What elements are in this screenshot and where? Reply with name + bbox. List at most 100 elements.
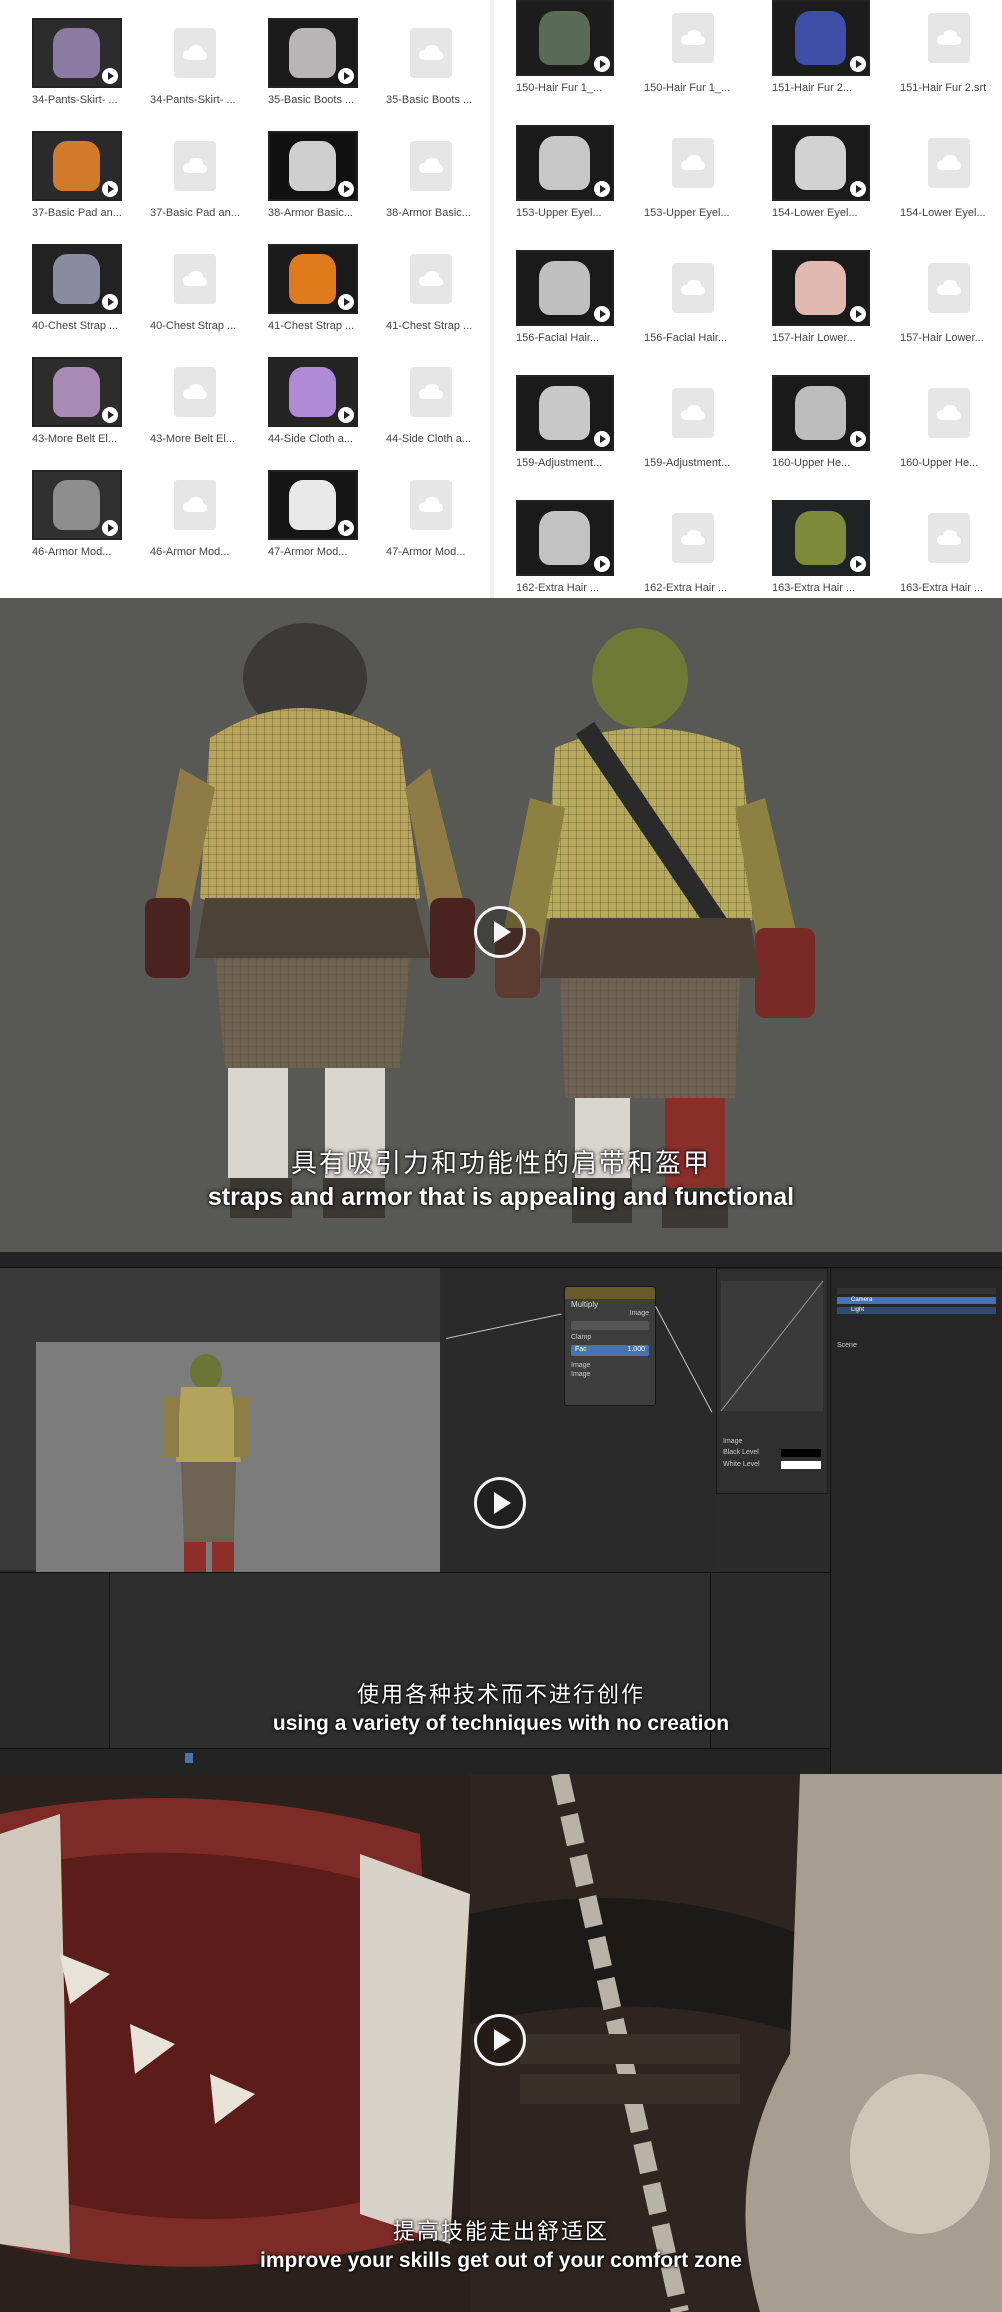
video-preview-blender-compositor[interactable]: Multiply Image Clamp Fac 1.000 Image Ima… <box>0 1252 1002 1774</box>
white-level-row[interactable]: White Level <box>717 1459 827 1471</box>
video-file-item[interactable]: 157-Hair Lower... <box>772 250 900 375</box>
cloud-file-icon[interactable] <box>386 357 476 427</box>
video-file-item[interactable]: 37-Basic Pad an... <box>32 131 150 244</box>
cloud-file-icon[interactable] <box>644 125 742 201</box>
subtitle-file-item[interactable]: 43-More Belt El... <box>150 357 268 470</box>
subtitle-file-item[interactable]: 37-Basic Pad an... <box>150 131 268 244</box>
clamp-checkbox[interactable]: Clamp <box>565 1334 655 1341</box>
video-file-item[interactable]: 41-Chest Strap ... <box>268 244 386 357</box>
video-file-item[interactable]: 40-Chest Strap ... <box>32 244 150 357</box>
video-preview-orc-turnaround[interactable]: 具有吸引力和功能性的肩带和盔甲 straps and armor that is… <box>0 598 1002 1252</box>
black-level-row[interactable]: Black Level <box>717 1447 827 1459</box>
subtitle-file-item[interactable]: 159-Adjustment... <box>644 375 772 500</box>
cloud-file-icon[interactable] <box>900 125 998 201</box>
video-thumbnail[interactable] <box>32 357 122 427</box>
video-thumbnail[interactable] <box>772 125 870 201</box>
cloud-file-icon[interactable] <box>150 357 240 427</box>
video-thumbnail[interactable] <box>268 357 358 427</box>
subtitle-file-item[interactable]: 157-Hair Lower... <box>900 250 1002 375</box>
video-file-item[interactable]: 44-Side Cloth a... <box>268 357 386 470</box>
cloud-file-icon[interactable] <box>386 18 476 88</box>
subtitle-file-item[interactable]: 47-Armor Mod... <box>386 470 504 583</box>
outliner-row[interactable] <box>837 1288 996 1294</box>
play-button[interactable] <box>474 1477 526 1529</box>
subtitle-file-item[interactable]: 44-Side Cloth a... <box>386 357 504 470</box>
video-file-item[interactable]: 151-Hair Fur 2... <box>772 0 900 125</box>
subtitle-file-item[interactable]: 34-Pants-Skirt- ... <box>150 18 268 131</box>
cloud-file-icon[interactable] <box>644 500 742 576</box>
subtitle-file-item[interactable]: 151-Hair Fur 2.srt <box>900 0 1002 125</box>
cloud-file-icon[interactable] <box>900 500 998 576</box>
video-file-item[interactable]: 154-Lower Eyel... <box>772 125 900 250</box>
white-level-swatch[interactable] <box>781 1461 821 1469</box>
subtitle-file-item[interactable]: 35-Basic Boots ... <box>386 18 504 131</box>
cloud-file-icon[interactable] <box>644 0 742 76</box>
video-file-item[interactable]: 153-Upper Eyel... <box>516 125 644 250</box>
cloud-file-icon[interactable] <box>150 131 240 201</box>
cloud-file-icon[interactable] <box>644 250 742 326</box>
video-thumbnail[interactable] <box>268 244 358 314</box>
video-file-item[interactable]: 160-Upper He... <box>772 375 900 500</box>
multiply-node[interactable]: Multiply Image Clamp Fac 1.000 Image Ima… <box>564 1286 656 1406</box>
video-thumbnail[interactable] <box>516 0 614 76</box>
cloud-file-icon[interactable] <box>900 250 998 326</box>
fac-slider[interactable]: Fac 1.000 <box>571 1345 649 1356</box>
subtitle-file-item[interactable]: 153-Upper Eyel... <box>644 125 772 250</box>
cloud-file-icon[interactable] <box>150 244 240 314</box>
file-pane-right: 150-Hair Fur 1_... 150-Hair Fur 1_... 151-… <box>500 0 1002 598</box>
play-button[interactable] <box>474 906 526 958</box>
video-file-item[interactable]: 34-Pants-Skirt- ... <box>32 18 150 131</box>
subtitle-file-item[interactable]: 160-Upper He... <box>900 375 1002 500</box>
subtitle-file-item[interactable]: 156-Facial Hair... <box>644 250 772 375</box>
video-thumbnail[interactable] <box>772 250 870 326</box>
cloud-file-icon[interactable] <box>386 131 476 201</box>
video-preview-armor-closeup[interactable]: 提高技能走出舒适区 improve your skills get out of… <box>0 1774 1002 2312</box>
video-thumbnail[interactable] <box>32 470 122 540</box>
timeline[interactable] <box>0 1748 830 1774</box>
video-file-item[interactable]: 156-Facial Hair... <box>516 250 644 375</box>
cloud-file-icon[interactable] <box>150 470 240 540</box>
cloud-file-icon[interactable] <box>386 470 476 540</box>
video-thumbnail[interactable] <box>772 500 870 576</box>
cloud-file-icon[interactable] <box>644 375 742 451</box>
video-file-item[interactable]: 47-Armor Mod... <box>268 470 386 583</box>
cloud-icon <box>681 30 705 45</box>
video-thumbnail[interactable] <box>772 0 870 76</box>
subtitle-file-item[interactable]: 38-Armor Basic... <box>386 131 504 244</box>
subtitle-file-item[interactable]: 150-Hair Fur 1_... <box>644 0 772 125</box>
outliner-light[interactable]: Light <box>837 1307 996 1314</box>
document-icon <box>174 254 216 304</box>
video-file-item[interactable]: 38-Armor Basic... <box>268 131 386 244</box>
video-thumbnail[interactable] <box>516 375 614 451</box>
video-file-item[interactable]: 46-Armor Mod... <box>32 470 150 583</box>
video-thumbnail[interactable] <box>268 18 358 88</box>
video-file-item[interactable]: 150-Hair Fur 1_... <box>516 0 644 125</box>
black-level-swatch[interactable] <box>781 1449 821 1457</box>
cloud-file-icon[interactable] <box>386 244 476 314</box>
video-file-item[interactable]: 35-Basic Boots ... <box>268 18 386 131</box>
video-thumbnail[interactable] <box>32 131 122 201</box>
play-button[interactable] <box>474 2014 526 2066</box>
subtitle-file-item[interactable]: 41-Chest Strap ... <box>386 244 504 357</box>
video-thumbnail[interactable] <box>268 131 358 201</box>
video-thumbnail[interactable] <box>516 500 614 576</box>
blend-mode-select[interactable] <box>571 1321 649 1330</box>
video-thumbnail[interactable] <box>268 470 358 540</box>
cloud-file-icon[interactable] <box>900 375 998 451</box>
outliner-camera[interactable]: Camera <box>837 1297 996 1304</box>
video-thumbnail[interactable] <box>516 125 614 201</box>
document-icon <box>174 28 216 78</box>
subtitle-file-item[interactable]: 154-Lower Eyel... <box>900 125 1002 250</box>
playhead[interactable] <box>185 1753 193 1763</box>
cloud-file-icon[interactable] <box>150 18 240 88</box>
subtitle-file-item[interactable]: 46-Armor Mod... <box>150 470 268 583</box>
video-file-item[interactable]: 43-More Belt El... <box>32 357 150 470</box>
video-thumbnail[interactable] <box>772 375 870 451</box>
video-file-item[interactable]: 159-Adjustment... <box>516 375 644 500</box>
video-thumbnail[interactable] <box>32 244 122 314</box>
file-name: 157-Hair Lower... <box>900 332 984 344</box>
video-thumbnail[interactable] <box>516 250 614 326</box>
subtitle-file-item[interactable]: 40-Chest Strap ... <box>150 244 268 357</box>
video-thumbnail[interactable] <box>32 18 122 88</box>
cloud-file-icon[interactable] <box>900 0 998 76</box>
